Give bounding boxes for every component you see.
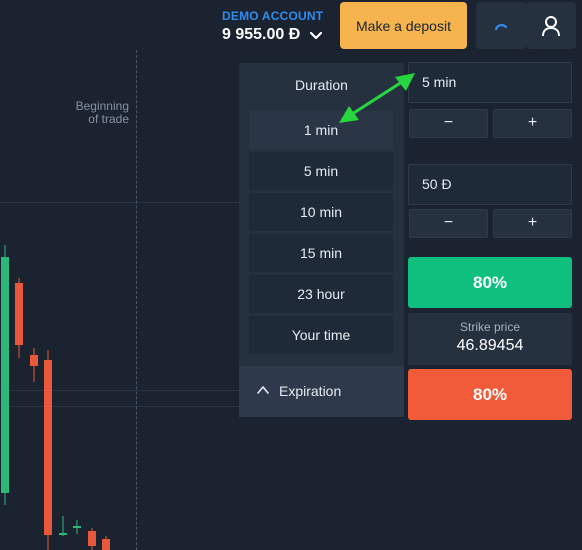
duration-increase-button[interactable]: + (493, 109, 572, 138)
candle-up (73, 520, 81, 534)
amount-decrease-button[interactable]: − (409, 209, 488, 238)
grid-line (0, 406, 240, 407)
grid-line (0, 390, 240, 391)
duration-option-your-time[interactable]: Your time (249, 316, 393, 354)
loading-spinner-icon (494, 23, 508, 30)
strike-price-label: Strike price (459, 320, 521, 334)
duration-option-10-min[interactable]: 10 min (249, 193, 393, 231)
account-type-label: DEMO ACCOUNT (222, 9, 324, 23)
duration-input[interactable]: 5 min (408, 62, 572, 103)
candle-up (59, 516, 67, 536)
amount-input[interactable]: 50 Đ (408, 164, 572, 205)
top-header: DEMO ACCOUNT 9 955.00 Đ Make a deposit (0, 0, 582, 50)
status-button[interactable] (476, 2, 526, 49)
user-icon (542, 15, 560, 36)
amount-increase-button[interactable]: + (493, 209, 572, 238)
beginning-of-trade-label: Beginning of trade (75, 99, 129, 126)
trade-start-line (136, 50, 137, 550)
grid-line (0, 202, 240, 203)
candle-down (88, 528, 96, 550)
strike-price-box: Strike price 46.89454 (408, 313, 572, 365)
candle-down (44, 350, 52, 550)
buy-up-button[interactable]: 80% (408, 257, 572, 308)
chevron-up-icon (257, 386, 269, 394)
candle-up (1, 245, 9, 505)
candle-down (30, 348, 38, 382)
make-deposit-button[interactable]: Make a deposit (340, 2, 467, 49)
double-arrow-icon (339, 73, 415, 123)
duration-option-15-min[interactable]: 15 min (249, 234, 393, 272)
candle-down (102, 536, 110, 550)
expiration-toggle[interactable]: Expiration (239, 366, 404, 417)
expiration-label: Expiration (279, 383, 342, 399)
sell-down-button[interactable]: 80% (408, 369, 572, 420)
duration-option-23-hour[interactable]: 23 hour (249, 275, 393, 313)
duration-decrease-button[interactable]: − (409, 109, 488, 138)
account-balance: 9 955.00 Đ (222, 26, 301, 43)
chevron-down-icon[interactable] (309, 30, 323, 42)
profile-button[interactable] (526, 2, 576, 49)
candle-down (15, 278, 23, 358)
strike-price-value: 46.89454 (456, 337, 524, 354)
duration-option-5-min[interactable]: 5 min (249, 152, 393, 190)
